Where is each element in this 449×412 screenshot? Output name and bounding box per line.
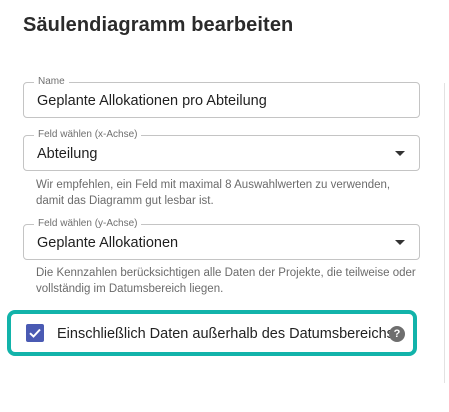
include-outside-range-label[interactable]: Einschließlich Daten außerhalb des Datum… xyxy=(57,326,394,342)
x-axis-select-value: Abteilung xyxy=(37,146,98,162)
caret-down-icon[interactable] xyxy=(395,151,405,156)
dialog-title: Säulendiagramm bearbeiten xyxy=(23,14,294,36)
y-axis-select[interactable]: Feld wählen (y-Achse) Geplante Allokatio… xyxy=(23,218,420,260)
checkmark-icon xyxy=(29,328,41,338)
x-axis-select-label: Feld wählen (x-Achse) xyxy=(34,129,142,141)
x-axis-select[interactable]: Feld wählen (x-Achse) Abteilung xyxy=(23,129,420,171)
caret-down-icon[interactable] xyxy=(395,240,405,245)
x-axis-helper-text: Wir empfehlen, ein Feld mit maximal 8 Au… xyxy=(36,179,391,207)
y-axis-select-label: Feld wählen (y-Achse) xyxy=(34,218,142,230)
help-circle-icon[interactable]: ? xyxy=(389,326,405,342)
name-field-value[interactable]: Geplante Allokationen pro Abteilung xyxy=(37,93,267,109)
include-outside-range-checkbox[interactable] xyxy=(26,324,44,342)
name-field-label: Name xyxy=(34,76,69,88)
panel-divider xyxy=(444,83,445,383)
include-outside-range-highlight: Einschließlich Daten außerhalb des Datum… xyxy=(7,310,417,356)
name-field[interactable]: Name Geplante Allokationen pro Abteilung xyxy=(23,76,420,118)
y-axis-helper-text: Die Kennzahlen berücksichtigen alle Date… xyxy=(36,267,416,295)
y-axis-select-value: Geplante Allokationen xyxy=(37,235,179,251)
